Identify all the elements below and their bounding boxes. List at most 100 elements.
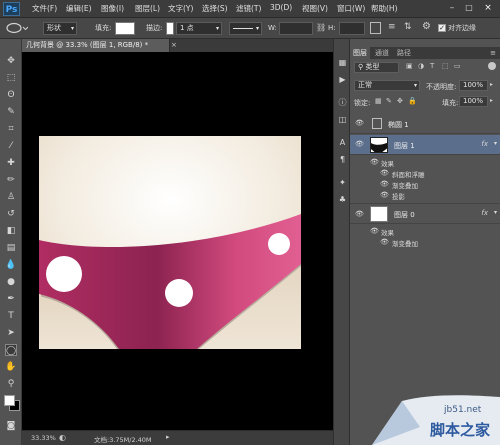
maximize-icon[interactable]: □ xyxy=(463,2,475,14)
properties-panel-icon[interactable]: ◫ xyxy=(337,114,348,125)
filter-pixel-icon[interactable]: ▣ xyxy=(406,62,413,70)
ellipse-tool-icon[interactable]: ◯ xyxy=(5,344,17,356)
layer-name[interactable]: 椭圆 1 xyxy=(388,120,409,130)
quick-select-tool-icon[interactable]: ✎ xyxy=(5,106,17,118)
effect-gradient-overlay[interactable]: 渐变叠加 xyxy=(392,238,418,248)
clone-source-panel-icon[interactable]: ♣ xyxy=(337,194,348,205)
menu-select[interactable]: 选择(S) xyxy=(202,3,228,14)
shape-mode-select[interactable]: 形状 ▾ xyxy=(43,22,77,35)
fx-badge[interactable]: fx xyxy=(481,209,488,217)
settings-gear-icon[interactable]: ⚙ xyxy=(422,21,431,32)
filter-type-icon[interactable]: T xyxy=(430,62,434,70)
info-panel-icon[interactable]: ⓘ xyxy=(337,97,348,108)
filter-adjustment-icon[interactable]: ◑ xyxy=(418,62,424,70)
lock-position-icon[interactable]: ✥ xyxy=(397,97,403,105)
effect-eye-icon[interactable]: 👁 xyxy=(380,180,389,189)
minimize-icon[interactable]: – xyxy=(446,2,458,14)
crop-tool-icon[interactable]: ⌗ xyxy=(5,123,17,135)
expand-effects-icon[interactable]: ▾ xyxy=(494,209,497,216)
menu-3d[interactable]: 3D(D) xyxy=(270,3,292,12)
tab-channels[interactable]: 通道 xyxy=(372,47,392,59)
history-brush-tool-icon[interactable]: ↺ xyxy=(5,208,17,220)
menu-edit[interactable]: 编辑(E) xyxy=(66,3,92,14)
filter-toggle-icon[interactable] xyxy=(488,62,496,70)
tab-paths[interactable]: 路径 xyxy=(394,47,414,59)
layer-row-layer1[interactable]: 👁 图层 1 fx ▾ xyxy=(350,135,500,155)
marquee-tool-icon[interactable]: ⬚ xyxy=(5,72,17,84)
stroke-type-select[interactable]: ▾ xyxy=(229,22,262,35)
layer-name[interactable]: 图层 1 xyxy=(394,141,415,151)
menu-image[interactable]: 图像(I) xyxy=(101,3,124,14)
blend-mode-select[interactable]: 正常 ▾ xyxy=(354,80,420,91)
width-field[interactable] xyxy=(279,22,313,35)
panel-menu-icon[interactable]: ≡ xyxy=(490,47,496,59)
status-info-icon[interactable]: ◐ xyxy=(59,433,66,442)
height-field[interactable] xyxy=(339,22,365,35)
visibility-eye-icon[interactable]: 👁 xyxy=(355,140,364,149)
actions-panel-icon[interactable]: ▶ xyxy=(337,74,348,85)
align-edges-checkbox[interactable]: ✓ xyxy=(438,24,446,32)
status-arrow-icon[interactable]: ▸ xyxy=(166,433,170,441)
effect-bevel-emboss[interactable]: 斜面和浮雕 xyxy=(392,169,425,179)
link-icon[interactable]: ⛓ xyxy=(316,23,326,32)
layer-name[interactable]: 图层 0 xyxy=(394,210,415,220)
effect-eye-icon[interactable]: 👁 xyxy=(380,191,389,200)
opacity-field[interactable]: 100% xyxy=(459,80,488,91)
brush-tool-icon[interactable]: ✏ xyxy=(5,174,17,186)
character-panel-icon[interactable]: A xyxy=(337,137,348,148)
clone-stamp-tool-icon[interactable]: ♙ xyxy=(5,191,17,203)
document-canvas[interactable] xyxy=(39,136,301,349)
path-alignment-icon[interactable]: ≡ xyxy=(388,22,396,32)
visibility-eye-icon[interactable]: 👁 xyxy=(355,119,364,128)
canvas-area[interactable] xyxy=(22,52,333,430)
filter-smart-object-icon[interactable]: ▭ xyxy=(454,62,461,70)
hand-tool-icon[interactable]: ✋ xyxy=(5,361,17,373)
blur-tool-icon[interactable]: 💧 xyxy=(5,259,17,271)
type-tool-icon[interactable]: T xyxy=(5,310,17,322)
eyedropper-tool-icon[interactable]: ⁄ xyxy=(5,140,17,152)
healing-brush-tool-icon[interactable]: ✚ xyxy=(5,157,17,169)
menu-layer[interactable]: 图层(L) xyxy=(135,3,160,14)
opacity-slider-arrow-icon[interactable]: ▸ xyxy=(490,81,493,88)
effects-eye-icon[interactable]: 👁 xyxy=(370,158,379,167)
tab-layers[interactable]: 图层 xyxy=(350,47,370,59)
effect-eye-icon[interactable]: 👁 xyxy=(380,169,389,178)
fx-badge[interactable]: fx xyxy=(481,140,488,148)
path-operations-icon[interactable] xyxy=(370,22,381,34)
path-selection-tool-icon[interactable]: ➤ xyxy=(5,327,17,339)
menu-window[interactable]: 窗口(W) xyxy=(337,3,365,14)
layer-row-ellipse[interactable]: 👁 椭圆 1 xyxy=(350,114,500,134)
layer-row-layer0[interactable]: 👁 图层 0 fx ▾ xyxy=(350,203,500,224)
fill-color-swatch[interactable] xyxy=(115,22,135,35)
close-window-icon[interactable]: × xyxy=(481,2,495,15)
visibility-eye-icon[interactable]: 👁 xyxy=(355,210,364,219)
lock-image-icon[interactable]: ✎ xyxy=(386,97,392,105)
zoom-tool-icon[interactable]: ⚲ xyxy=(5,378,17,390)
quick-mask-icon[interactable]: ◙ xyxy=(5,420,17,432)
menu-file[interactable]: 文件(F) xyxy=(32,3,57,14)
pen-tool-icon[interactable]: ✒ xyxy=(5,293,17,305)
lock-transparent-icon[interactable]: ▦ xyxy=(375,97,382,105)
stroke-width-field[interactable]: 1 点 ▾ xyxy=(176,22,222,35)
fill-slider-arrow-icon[interactable]: ▸ xyxy=(490,97,493,104)
effect-gradient-overlay[interactable]: 渐变叠加 xyxy=(392,180,418,190)
menu-type[interactable]: 文字(Y) xyxy=(168,3,193,14)
document-tab[interactable]: 几何背景 @ 33.3% (图层 1, RGB/8) * xyxy=(22,39,170,52)
menu-view[interactable]: 视图(V) xyxy=(302,3,328,14)
menu-help[interactable]: 帮助(H) xyxy=(371,3,398,14)
gradient-tool-icon[interactable]: ▤ xyxy=(5,242,17,254)
brush-panel-icon[interactable]: ✦ xyxy=(337,177,348,188)
menu-filter[interactable]: 滤镜(T) xyxy=(236,3,261,14)
effects-eye-icon[interactable]: 👁 xyxy=(370,227,379,236)
filter-shape-icon[interactable]: ⬚ xyxy=(442,62,449,70)
fill-field[interactable]: 100% xyxy=(459,96,488,107)
effect-eye-icon[interactable]: 👁 xyxy=(380,238,389,247)
lasso-tool-icon[interactable]: ʘ xyxy=(5,89,17,101)
close-document-icon[interactable]: × xyxy=(171,39,181,52)
path-arrangement-icon[interactable]: ⇅ xyxy=(404,22,412,32)
zoom-level[interactable]: 33.33% xyxy=(31,434,56,442)
foreground-color-swatch[interactable] xyxy=(4,395,15,406)
layer-filter-select[interactable]: ⚲ 类型 xyxy=(354,62,399,73)
history-panel-icon[interactable]: ▦ xyxy=(337,57,348,68)
effect-drop-shadow[interactable]: 投影 xyxy=(392,191,405,201)
